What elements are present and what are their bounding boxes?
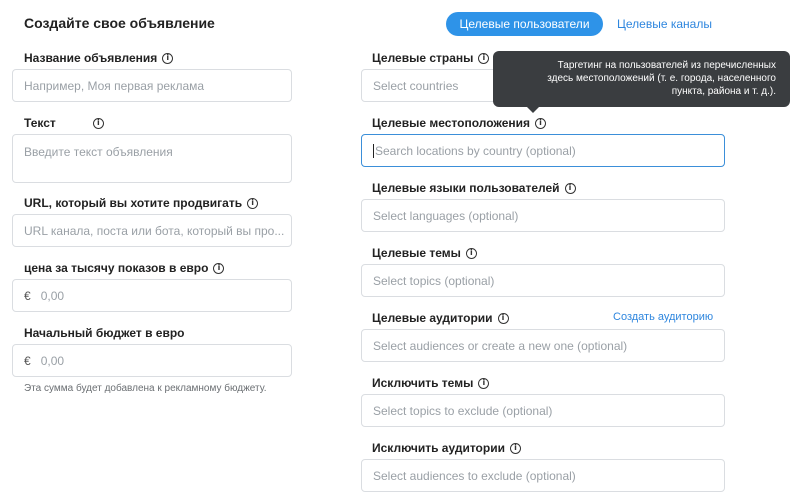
info-icon[interactable]: i: [92, 117, 104, 129]
url-placeholder: URL канала, поста или бота, который вы п…: [24, 223, 285, 238]
languages-placeholder: Select languages (optional): [373, 208, 519, 223]
tooltip-line: здесь местоположений (т. е. города, насе…: [547, 73, 776, 84]
info-icon[interactable]: i: [564, 182, 576, 194]
budget-label: Начальный бюджет в евро: [24, 326, 185, 340]
ad-text-placeholder: Введите текст объявления: [24, 145, 173, 159]
exclude-topics-label: Исключить темы i: [372, 376, 490, 390]
languages-label: Целевые языки пользователей i: [372, 181, 576, 195]
languages-label-text: Целевые языки пользователей: [372, 181, 560, 195]
create-audience-link[interactable]: Создать аудиторию: [613, 311, 713, 323]
audiences-label: Целевые аудитории i: [372, 311, 509, 325]
exclude-topics-placeholder: Select topics to exclude (optional): [373, 403, 553, 418]
exclude-topics-label-text: Исключить темы: [372, 376, 474, 390]
ad-text-textarea[interactable]: Введите текст объявления: [12, 134, 292, 183]
euro-currency-sign: €: [24, 353, 31, 368]
budget-value: 0,00: [40, 353, 65, 368]
url-input[interactable]: URL канала, поста или бота, который вы п…: [12, 214, 292, 247]
exclude-audiences-label: Исключить аудитории i: [372, 441, 521, 455]
audiences-select[interactable]: Select audiences or create a new one (op…: [361, 329, 725, 362]
tooltip-line: Таргетинг на пользователей из перечислен…: [557, 60, 776, 71]
url-label-text: URL, который вы хотите продвигать: [24, 196, 243, 210]
topics-label-text: Целевые темы: [372, 246, 461, 260]
info-icon[interactable]: i: [497, 312, 509, 324]
info-icon[interactable]: i: [478, 52, 490, 64]
text-label: Текст i: [24, 116, 104, 130]
locations-label-text: Целевые местоположения: [372, 116, 531, 130]
audiences-placeholder: Select audiences or create a new one (op…: [373, 338, 628, 353]
topics-select[interactable]: Select topics (optional): [361, 264, 725, 297]
euro-currency-sign: €: [24, 288, 31, 303]
locations-search-input[interactable]: Search locations by country (optional): [361, 134, 725, 167]
locations-label: Целевые местоположения i: [372, 116, 547, 130]
page-title: Создайте свое объявление: [24, 15, 215, 31]
budget-hint: Эта сумма будет добавлена к рекламному б…: [24, 383, 267, 394]
info-icon[interactable]: i: [213, 262, 225, 274]
info-icon[interactable]: i: [465, 247, 477, 259]
topics-placeholder: Select topics (optional): [373, 273, 495, 288]
exclude-topics-select[interactable]: Select topics to exclude (optional): [361, 394, 725, 427]
audiences-label-text: Целевые аудитории: [372, 311, 493, 325]
tooltip-line: пункта, района и т. д.).: [671, 86, 776, 97]
exclude-audiences-select[interactable]: Select audiences to exclude (optional): [361, 459, 725, 492]
locations-tooltip: Таргетинг на пользователей из перечислен…: [493, 51, 790, 113]
locations-placeholder: Search locations by country (optional): [375, 143, 576, 158]
countries-label-text: Целевые страны: [372, 51, 474, 65]
info-icon[interactable]: i: [535, 117, 547, 129]
info-icon[interactable]: i: [162, 52, 174, 64]
exclude-audiences-label-text: Исключить аудитории: [372, 441, 505, 455]
ad-name-label-text: Название объявления: [24, 51, 158, 65]
cpm-value: 0,00: [40, 288, 65, 303]
countries-label: Целевые страны i: [372, 51, 490, 65]
topics-label: Целевые темы i: [372, 246, 477, 260]
languages-select[interactable]: Select languages (optional): [361, 199, 725, 232]
cpm-label: цена за тысячу показов в евро i: [24, 261, 225, 275]
info-icon[interactable]: i: [478, 377, 490, 389]
cpm-label-text: цена за тысячу показов в евро: [24, 261, 209, 275]
countries-placeholder: Select countries: [373, 78, 459, 93]
text-cursor: [373, 143, 374, 158]
tab-target-channels[interactable]: Целевые каналы: [617, 17, 712, 31]
ad-name-label: Название объявления i: [24, 51, 174, 65]
budget-label-text: Начальный бюджет в евро: [24, 326, 185, 340]
exclude-audiences-placeholder: Select audiences to exclude (optional): [373, 468, 576, 483]
ad-name-placeholder: Например, Моя первая реклама: [24, 78, 205, 93]
url-label: URL, который вы хотите продвигать i: [24, 196, 259, 210]
budget-input[interactable]: € 0,00: [12, 344, 292, 377]
info-icon[interactable]: i: [509, 442, 521, 454]
cpm-input[interactable]: € 0,00: [12, 279, 292, 312]
ad-name-input[interactable]: Например, Моя первая реклама: [12, 69, 292, 102]
text-label-text: Текст: [24, 116, 56, 130]
tab-target-users[interactable]: Целевые пользователи: [446, 12, 603, 36]
info-icon[interactable]: i: [247, 197, 259, 209]
